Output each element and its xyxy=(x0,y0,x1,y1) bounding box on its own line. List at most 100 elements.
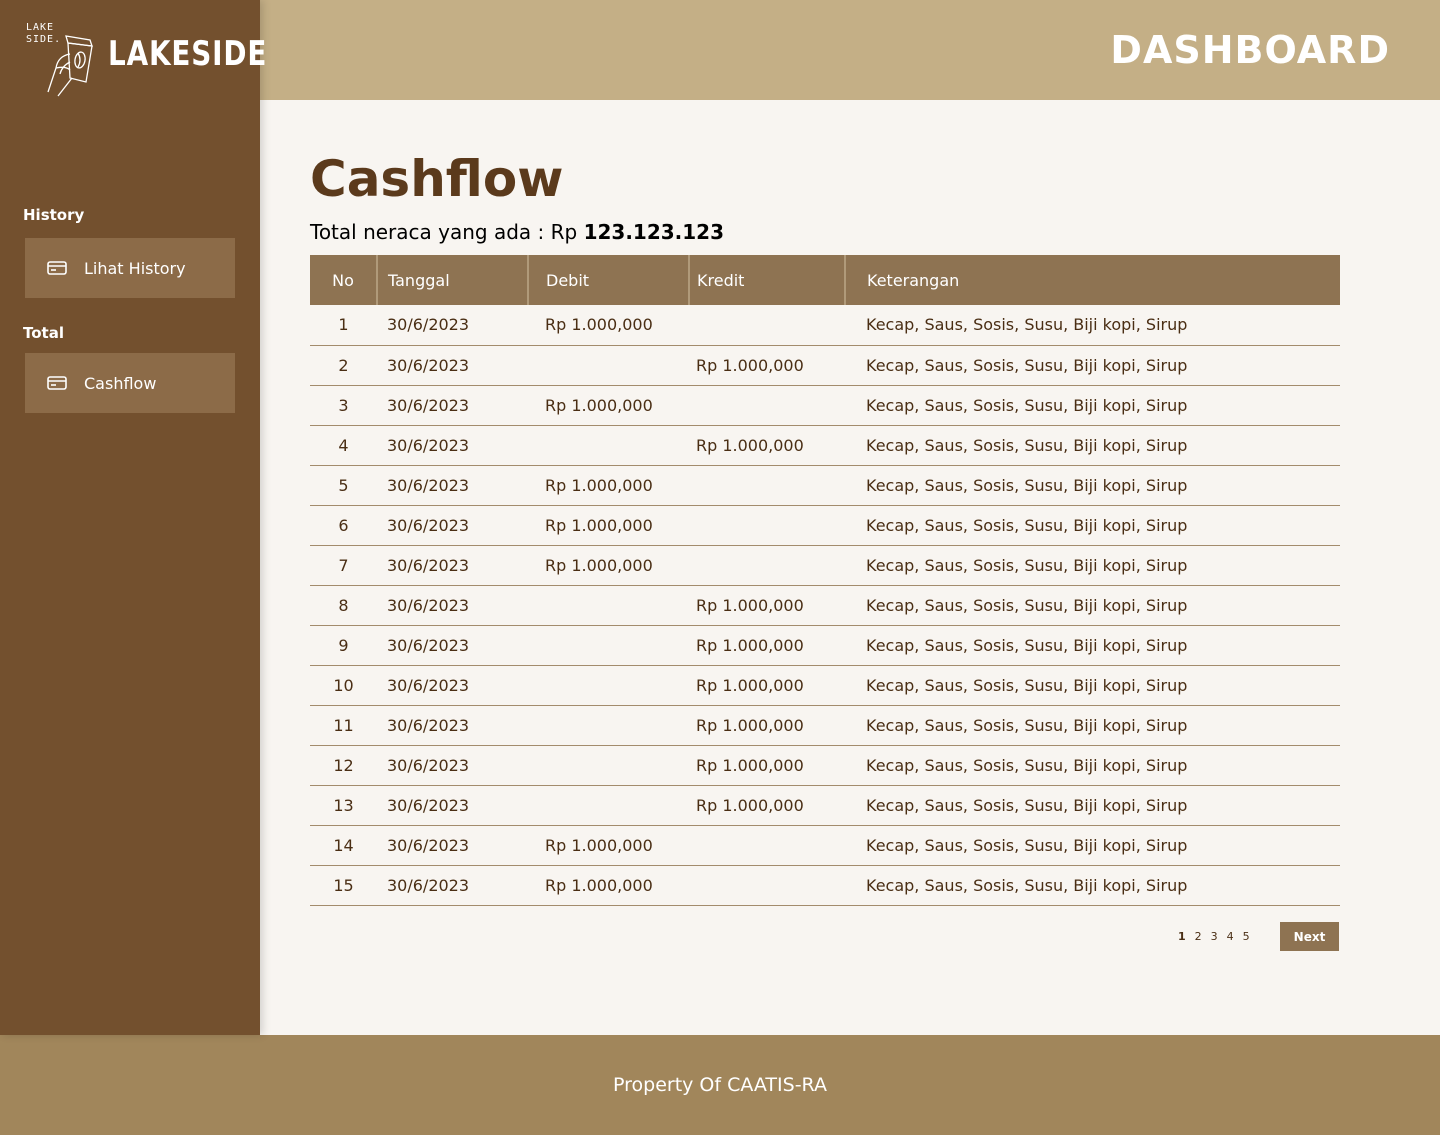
cell-kredit xyxy=(689,825,845,866)
cell-tanggal: 30/6/2023 xyxy=(377,505,528,546)
cell-keterangan: Kecap, Saus, Sosis, Susu, Biji kopi, Sir… xyxy=(845,385,1340,426)
cell-debit xyxy=(528,425,689,466)
cell-keterangan: Kecap, Saus, Sosis, Susu, Biji kopi, Sir… xyxy=(845,785,1340,826)
cell-kredit: Rp 1.000,000 xyxy=(689,745,845,786)
page-1-link[interactable]: 1 xyxy=(1178,930,1186,943)
cell-tanggal: 30/6/2023 xyxy=(377,785,528,826)
page-5-link[interactable]: 5 xyxy=(1243,930,1250,943)
page-4-link[interactable]: 4 xyxy=(1227,930,1234,943)
cell-kredit xyxy=(689,465,845,506)
cell-tanggal: 30/6/2023 xyxy=(377,385,528,426)
cell-keterangan: Kecap, Saus, Sosis, Susu, Biji kopi, Sir… xyxy=(845,585,1340,626)
page-2-link[interactable]: 2 xyxy=(1195,930,1202,943)
total-balance: Total neraca yang ada : Rp 123.123.123 xyxy=(310,220,724,244)
next-button[interactable]: Next xyxy=(1280,922,1339,951)
cell-kredit: Rp 1.000,000 xyxy=(689,665,845,706)
section-title-total: Total xyxy=(23,324,64,342)
cell-debit xyxy=(528,665,689,706)
cashflow-button[interactable]: Cashflow xyxy=(25,353,235,413)
cell-keterangan: Kecap, Saus, Sosis, Susu, Biji kopi, Sir… xyxy=(845,865,1340,906)
cell-debit xyxy=(528,785,689,826)
cell-keterangan: Kecap, Saus, Sosis, Susu, Biji kopi, Sir… xyxy=(845,825,1340,866)
table-row: 11 30/6/2023 Rp 1.000,000 Kecap, Saus, Sosi… xyxy=(310,705,1340,746)
total-label: Total neraca yang ada : Rp xyxy=(310,220,584,244)
cell-no: 1 xyxy=(310,305,377,346)
cell-tanggal: 30/6/2023 xyxy=(377,865,528,906)
header-no: No xyxy=(310,255,378,305)
table-row: 15 30/6/2023 Rp 1.000,000 Kecap, Saus, Sosi… xyxy=(310,865,1340,906)
cell-no: 13 xyxy=(310,785,377,826)
table-row: 3 30/6/2023 Rp 1.000,000 Kecap, Saus, Sosis… xyxy=(310,385,1340,426)
cell-keterangan: Kecap, Saus, Sosis, Susu, Biji kopi, Sir… xyxy=(845,705,1340,746)
cell-debit: Rp 1.000,000 xyxy=(528,465,689,506)
cell-no: 15 xyxy=(310,865,377,906)
cell-tanggal: 30/6/2023 xyxy=(377,545,528,586)
cell-no: 2 xyxy=(310,345,377,386)
cell-kredit: Rp 1.000,000 xyxy=(689,345,845,386)
total-value: 123.123.123 xyxy=(583,220,725,244)
cell-kredit xyxy=(689,305,845,346)
cell-tanggal: 30/6/2023 xyxy=(377,425,528,466)
cell-kredit: Rp 1.000,000 xyxy=(689,785,845,826)
page-3-link[interactable]: 3 xyxy=(1211,930,1218,943)
lakeside-logo[interactable]: LAKE SIDE. LAKESIDE xyxy=(24,22,266,102)
cell-keterangan: Kecap, Saus, Sosis, Susu, Biji kopi, Sir… xyxy=(845,425,1340,466)
cell-kredit xyxy=(689,865,845,906)
sidebar: LAKE SIDE. LAKESIDE History Lihat Histor… xyxy=(0,0,266,1035)
table-row: 1 30/6/2023 Rp 1.000,000 Kecap, Saus, Sosis… xyxy=(310,305,1340,346)
cell-no: 9 xyxy=(310,625,377,666)
lihat-history-label: Lihat History xyxy=(84,258,186,278)
cell-no: 6 xyxy=(310,505,377,546)
lihat-history-button[interactable]: Lihat History xyxy=(25,238,235,298)
table-row: 13 30/6/2023 Rp 1.000,000 Kecap, Saus, Sosi… xyxy=(310,785,1340,826)
cell-kredit: Rp 1.000,000 xyxy=(689,585,845,626)
table-row: 7 30/6/2023 Rp 1.000,000 Kecap, Saus, Sosis… xyxy=(310,545,1340,586)
cell-keterangan: Kecap, Saus, Sosis, Susu, Biji kopi, Sir… xyxy=(845,745,1340,786)
table-row: 6 30/6/2023 Rp 1.000,000 Kecap, Saus, Sosis… xyxy=(310,505,1340,546)
cell-keterangan: Kecap, Saus, Sosis, Susu, Biji kopi, Sir… xyxy=(845,545,1340,586)
cell-debit xyxy=(528,745,689,786)
cell-keterangan: Kecap, Saus, Sosis, Susu, Biji kopi, Sir… xyxy=(845,505,1340,546)
cell-debit xyxy=(528,705,689,746)
cell-kredit: Rp 1.000,000 xyxy=(689,705,845,746)
cell-keterangan: Kecap, Saus, Sosis, Susu, Biji kopi, Sir… xyxy=(845,345,1340,386)
card-icon xyxy=(47,261,67,275)
cell-keterangan: Kecap, Saus, Sosis, Susu, Biji kopi, Sir… xyxy=(845,305,1340,346)
table-row: 4 30/6/2023 Rp 1.000,000 Kecap, Saus, Sosis… xyxy=(310,425,1340,466)
cell-tanggal: 30/6/2023 xyxy=(377,745,528,786)
cell-kredit xyxy=(689,505,845,546)
top-bar: DASHBOARD xyxy=(260,0,1440,100)
cell-tanggal: 30/6/2023 xyxy=(377,665,528,706)
cashflow-table: No Tanggal Debit Kredit Keterangan 1 30/6… xyxy=(310,255,1340,906)
cell-no: 10 xyxy=(310,665,377,706)
cell-no: 8 xyxy=(310,585,377,626)
cell-tanggal: 30/6/2023 xyxy=(377,825,528,866)
cell-debit xyxy=(528,585,689,626)
dashboard-title: DASHBOARD xyxy=(1110,28,1390,72)
cell-tanggal: 30/6/2023 xyxy=(377,465,528,506)
table-row: 12 30/6/2023 Rp 1.000,000 Kecap, Saus, Sosi… xyxy=(310,745,1340,786)
table-row: 14 30/6/2023 Rp 1.000,000 Kecap, Saus, Sosi… xyxy=(310,825,1340,866)
cell-no: 12 xyxy=(310,745,377,786)
table-header-row: No Tanggal Debit Kredit Keterangan xyxy=(310,255,1340,305)
cell-no: 14 xyxy=(310,825,377,866)
cell-debit: Rp 1.000,000 xyxy=(528,545,689,586)
table-row: 2 30/6/2023 Rp 1.000,000 Kecap, Saus, Sosis… xyxy=(310,345,1340,386)
cell-kredit: Rp 1.000,000 xyxy=(689,625,845,666)
pagination: 1 2 3 4 5 xyxy=(1178,930,1250,943)
table-row: 9 30/6/2023 Rp 1.000,000 Kecap, Saus, Sosis… xyxy=(310,625,1340,666)
cell-no: 4 xyxy=(310,425,377,466)
cell-keterangan: Kecap, Saus, Sosis, Susu, Biji kopi, Sir… xyxy=(845,665,1340,706)
cell-no: 3 xyxy=(310,385,377,426)
cell-keterangan: Kecap, Saus, Sosis, Susu, Biji kopi, Sir… xyxy=(845,625,1340,666)
cell-debit xyxy=(528,625,689,666)
cell-kredit xyxy=(689,545,845,586)
cell-debit xyxy=(528,345,689,386)
header-kredit: Kredit xyxy=(689,255,846,305)
cell-no: 5 xyxy=(310,465,377,506)
cashflow-label: Cashflow xyxy=(84,373,157,393)
table-row: 10 30/6/2023 Rp 1.000,000 Kecap, Saus, Sosi… xyxy=(310,665,1340,706)
cell-debit: Rp 1.000,000 xyxy=(528,505,689,546)
table-row: 5 30/6/2023 Rp 1.000,000 Kecap, Saus, Sosis… xyxy=(310,465,1340,506)
cell-debit: Rp 1.000,000 xyxy=(528,305,689,346)
